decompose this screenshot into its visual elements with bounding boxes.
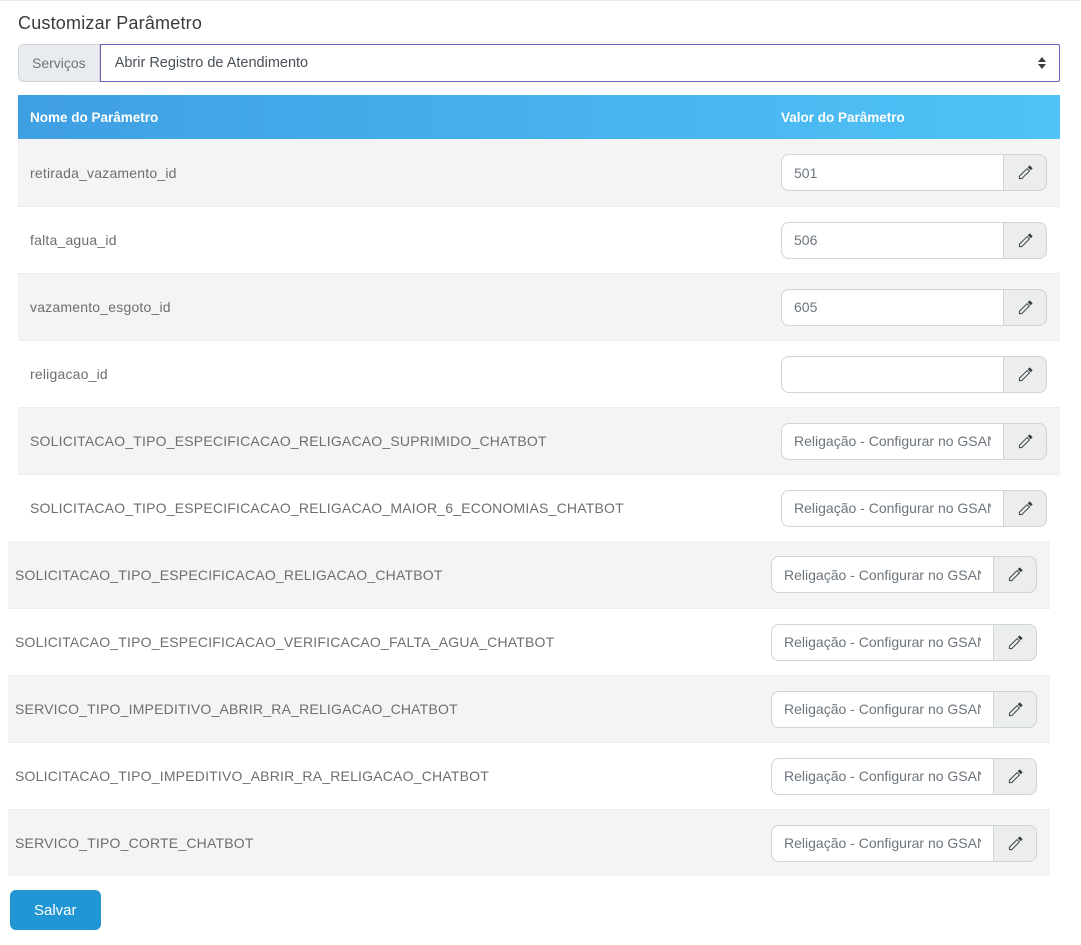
edit-button[interactable] [1003,154,1047,191]
parameter-name: vazamento_esgoto_id [30,299,171,315]
parameter-value-group [781,288,1047,326]
edit-button[interactable] [993,824,1037,862]
parameter-value-group [771,757,1037,795]
pencil-icon [1008,835,1023,850]
parameter-value-input[interactable] [771,556,993,593]
col-header-value: Valor do Parâmetro [781,109,905,125]
parameter-value-input[interactable] [781,422,1003,460]
service-select-label: Serviços [18,44,100,82]
table-row: retirada_vazamento_id [18,139,1060,206]
pencil-icon [1018,500,1033,515]
parameter-value-group [771,690,1037,728]
pencil-icon [1018,232,1033,247]
edit-button[interactable] [1003,221,1047,259]
edit-button[interactable] [1003,489,1047,527]
pencil-icon [1008,768,1023,783]
pencil-icon [1008,634,1023,649]
parameter-value-input[interactable] [781,288,1003,326]
parameter-value-input[interactable] [771,824,993,862]
parameter-value-group [771,824,1037,862]
table-row: SERVICO_TIPO_CORTE_CHATBOT [8,809,1050,876]
edit-button[interactable] [1003,355,1047,393]
edit-button[interactable] [993,623,1037,661]
table-row: religacao_id [18,340,1060,407]
pencil-icon [1018,366,1033,381]
parameter-name: SOLICITACAO_TIPO_ESPECIFICACAO_RELIGACAO… [15,566,443,583]
pencil-icon [1008,701,1023,716]
table-row: SOLICITACAO_TIPO_ESPECIFICACAO_RELIGACAO… [8,541,1050,608]
save-button[interactable]: Salvar [10,890,101,930]
parameter-value-input[interactable] [771,690,993,728]
edit-button[interactable] [993,757,1037,795]
table-row: SOLICITACAO_TIPO_IMPEDITIVO_ABRIR_RA_REL… [8,742,1050,809]
parameter-value-input[interactable] [771,757,993,795]
parameter-name: SOLICITACAO_TIPO_ESPECIFICACAO_RELIGACAO… [30,433,547,449]
parameter-value-group [781,489,1047,527]
pencil-icon [1018,299,1033,314]
parameter-value-group [771,623,1037,661]
parameter-value-group [781,422,1047,460]
pencil-icon [1018,433,1033,448]
table-row: SOLICITACAO_TIPO_ESPECIFICACAO_RELIGACAO… [18,407,1060,474]
parameter-name: SOLICITACAO_TIPO_ESPECIFICACAO_VERIFICAC… [15,634,555,650]
service-select-group: Serviços Abrir Registro de Atendimento [18,44,1060,82]
pencil-icon [1008,567,1023,582]
parameter-name: SOLICITACAO_TIPO_ESPECIFICACAO_RELIGACAO… [30,500,624,516]
parameter-name: retirada_vazamento_id [30,164,177,181]
parameter-name: SOLICITACAO_TIPO_IMPEDITIVO_ABRIR_RA_REL… [15,768,489,784]
parameter-value-group [781,154,1047,191]
parameter-value-input[interactable] [781,154,1003,191]
edit-button[interactable] [1003,288,1047,326]
page-title: Customizar Parâmetro [18,13,203,33]
parameter-value-input[interactable] [781,355,1003,393]
parameter-value-group [781,355,1047,393]
pencil-icon [1018,165,1033,180]
parameter-name: SERVICO_TIPO_IMPEDITIVO_ABRIR_RA_RELIGAC… [15,701,458,717]
parameter-name: religacao_id [30,366,108,382]
edit-button[interactable] [993,556,1037,593]
parameter-value-input[interactable] [771,623,993,661]
table-header: Nome do Parâmetro Valor do Parâmetro [18,95,1060,139]
parameter-table-primary: retirada_vazamento_id falta_agua_id vaza… [18,139,1060,541]
col-header-name: Nome do Parâmetro [30,109,159,125]
parameter-value-input[interactable] [781,221,1003,259]
parameter-value-input[interactable] [781,489,1003,527]
table-row: SERVICO_TIPO_IMPEDITIVO_ABRIR_RA_RELIGAC… [8,675,1050,742]
parameter-name: falta_agua_id [30,232,117,248]
table-row: vazamento_esgoto_id [18,273,1060,340]
parameter-value-group [781,221,1047,259]
parameter-value-group [771,556,1037,593]
edit-button[interactable] [993,690,1037,728]
service-select[interactable]: Abrir Registro de Atendimento [99,44,1060,82]
parameter-name: SERVICO_TIPO_CORTE_CHATBOT [15,835,254,851]
table-row: SOLICITACAO_TIPO_ESPECIFICACAO_RELIGACAO… [18,474,1060,541]
edit-button[interactable] [1003,422,1047,460]
table-row: SOLICITACAO_TIPO_ESPECIFICACAO_VERIFICAC… [8,608,1050,675]
parameter-table-secondary: SOLICITACAO_TIPO_ESPECIFICACAO_RELIGACAO… [8,541,1050,876]
table-row: falta_agua_id [18,206,1060,273]
